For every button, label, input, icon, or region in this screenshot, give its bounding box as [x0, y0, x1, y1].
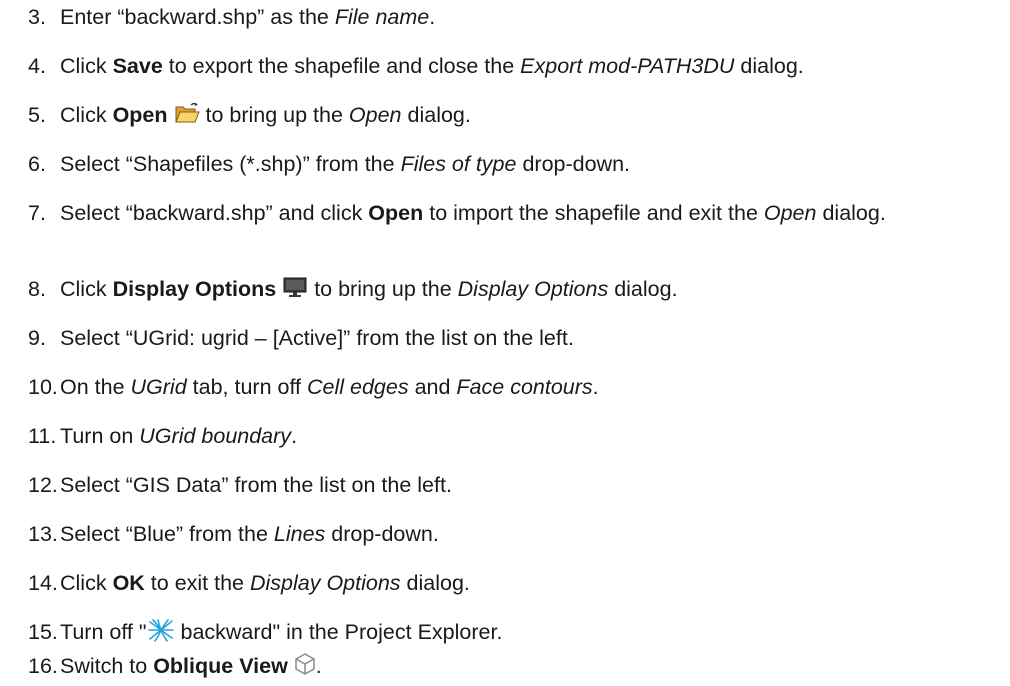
step-text: Select “Blue” from the Lines drop-down.: [60, 520, 1000, 548]
step-text-run: Turn on: [60, 424, 140, 448]
step-13: 13. Select “Blue” from the Lines drop-do…: [28, 520, 1000, 548]
italic-ui-term: Face contours: [456, 375, 593, 399]
step-text-run: Select “Shapefiles (*.shp)” from the: [60, 152, 401, 176]
bold-ui-label: Open: [368, 201, 424, 225]
step-text-run: On the: [60, 375, 131, 399]
step-text-run: Turn off ": [60, 620, 147, 644]
step-text-run: backward" in the Project Explorer.: [174, 620, 503, 644]
step-text-run: to bring up the: [308, 277, 458, 301]
step-15: 15. Turn off " backward" in the Project …: [28, 618, 1000, 646]
step-number: 4.: [28, 54, 46, 78]
step-text: Select “UGrid: ugrid – [Active]” from th…: [60, 324, 1000, 352]
step-number: 6.: [28, 152, 46, 176]
bold-ui-label: Display Options: [112, 277, 277, 301]
step-text-run: Enter “backward.shp” as the: [60, 5, 335, 29]
italic-ui-term: Lines: [273, 522, 326, 546]
bold-ui-label: OK: [112, 571, 145, 595]
step-text-run: .: [291, 424, 298, 448]
step-text-run: Click: [60, 54, 113, 78]
step-text-run: and: [408, 375, 457, 399]
step-text-run: Click: [60, 277, 113, 301]
display-options-icon: [282, 275, 308, 299]
step-text-run: to export the shapefile and close the: [162, 54, 521, 78]
instruction-document: 3. Enter “backward.shp” as the File name…: [0, 0, 1010, 686]
step-text-run: Click: [60, 103, 113, 127]
step-number: 8.: [28, 277, 46, 301]
step-number: 3.: [28, 5, 46, 29]
step-text-run: dialog.: [401, 103, 471, 127]
step-text-run: dialog.: [608, 277, 678, 301]
step-number: 13.: [28, 522, 58, 546]
open-folder-icon: [174, 101, 200, 125]
step-text-run: Select “GIS Data” from the list on the l…: [60, 473, 452, 497]
step-6: 6. Select “Shapefiles (*.shp)” from the …: [28, 150, 1000, 178]
step-text: On the UGrid tab, turn off Cell edges an…: [60, 373, 1000, 401]
step-number: 5.: [28, 103, 46, 127]
step-text-run: to exit the: [144, 571, 250, 595]
italic-ui-term: UGrid boundary: [139, 424, 292, 448]
italic-ui-term: Display Options: [457, 277, 609, 301]
step-text: Select “backward.shp” and click Open to …: [60, 199, 1000, 227]
italic-ui-term: Open: [763, 201, 817, 225]
step-text-run: drop-down.: [325, 522, 439, 546]
step-3: 3. Enter “backward.shp” as the File name…: [28, 3, 1000, 31]
step-text-run: to import the shapefile and exit the: [423, 201, 764, 225]
step-number: 9.: [28, 326, 46, 350]
step-text-run: dialog.: [816, 201, 886, 225]
step-text-run: .: [592, 375, 599, 399]
step-text: Click OK to exit the Display Options dia…: [60, 569, 1000, 597]
step-text-run: Switch to: [60, 654, 154, 678]
step-text-run: Click: [60, 571, 113, 595]
step-text-run: .: [315, 654, 322, 678]
step-text: Click Save to export the shapefile and c…: [60, 52, 1000, 80]
step-text: Click Open to bring up the Open dialog.: [60, 101, 1000, 129]
step-9: 9. Select “UGrid: ugrid – [Active]” from…: [28, 324, 1000, 352]
italic-ui-term: Cell edges: [307, 375, 409, 399]
bold-ui-label: Save: [112, 54, 163, 78]
step-7: 7. Select “backward.shp” and click Open …: [28, 199, 1000, 227]
step-text-run: Select “UGrid: ugrid – [Active]” from th…: [60, 326, 574, 350]
step-text: Select “GIS Data” from the list on the l…: [60, 471, 1000, 499]
italic-ui-term: File name: [334, 5, 430, 29]
step-text: Enter “backward.shp” as the File name.: [60, 3, 1000, 31]
step-text: Switch to Oblique View .: [60, 652, 1000, 680]
step-5: 5. Click Open to bring up the Open dialo…: [28, 101, 1000, 129]
italic-ui-term: Files of type: [400, 152, 517, 176]
step-number: 11.: [28, 424, 57, 448]
step-11: 11. Turn on UGrid boundary.: [28, 422, 1000, 450]
step-text-run: drop-down.: [516, 152, 631, 176]
step-text-run: to bring up the: [199, 103, 349, 127]
step-text: Turn on UGrid boundary.: [60, 422, 1000, 450]
italic-ui-term: Export mod-PATH3DU: [520, 54, 735, 78]
italic-ui-term: Display Options: [249, 571, 401, 595]
step-text-run: dialog.: [400, 571, 470, 595]
step-number: 10.: [28, 375, 58, 399]
step-number: 7.: [28, 201, 46, 225]
italic-ui-term: UGrid: [130, 375, 187, 399]
step-16: 16. Switch to Oblique View .: [28, 652, 1000, 680]
step-text: Select “Shapefiles (*.shp)” from the Fil…: [60, 150, 1000, 178]
step-4: 4. Click Save to export the shapefile an…: [28, 52, 1000, 80]
bold-ui-label: Open: [112, 103, 168, 127]
step-12: 12. Select “GIS Data” from the list on t…: [28, 471, 1000, 499]
step-number: 15.: [28, 620, 58, 644]
oblique-view-icon: [294, 652, 316, 676]
step-text-run: tab, turn off: [186, 375, 307, 399]
bold-ui-label: Oblique View: [153, 654, 288, 678]
step-10: 10. On the UGrid tab, turn off Cell edge…: [28, 373, 1000, 401]
step-text-run: dialog.: [734, 54, 804, 78]
step-number: 14.: [28, 571, 58, 595]
italic-ui-term: Open: [348, 103, 402, 127]
step-text-run: Select “Blue” from the: [60, 522, 274, 546]
pathlines-icon: [147, 618, 175, 642]
step-number: 12.: [28, 473, 58, 497]
step-text: Click Display Options to bring up the Di…: [60, 275, 1000, 303]
step-text-run: .: [429, 5, 436, 29]
step-text: Turn off " backward" in the Project Expl…: [60, 618, 1000, 646]
step-text-run: Select “backward.shp” and click: [60, 201, 369, 225]
step-number: 16.: [28, 654, 58, 678]
step-8: 8. Click Display Options to bring up the…: [28, 275, 1000, 303]
step-14: 14. Click OK to exit the Display Options…: [28, 569, 1000, 597]
